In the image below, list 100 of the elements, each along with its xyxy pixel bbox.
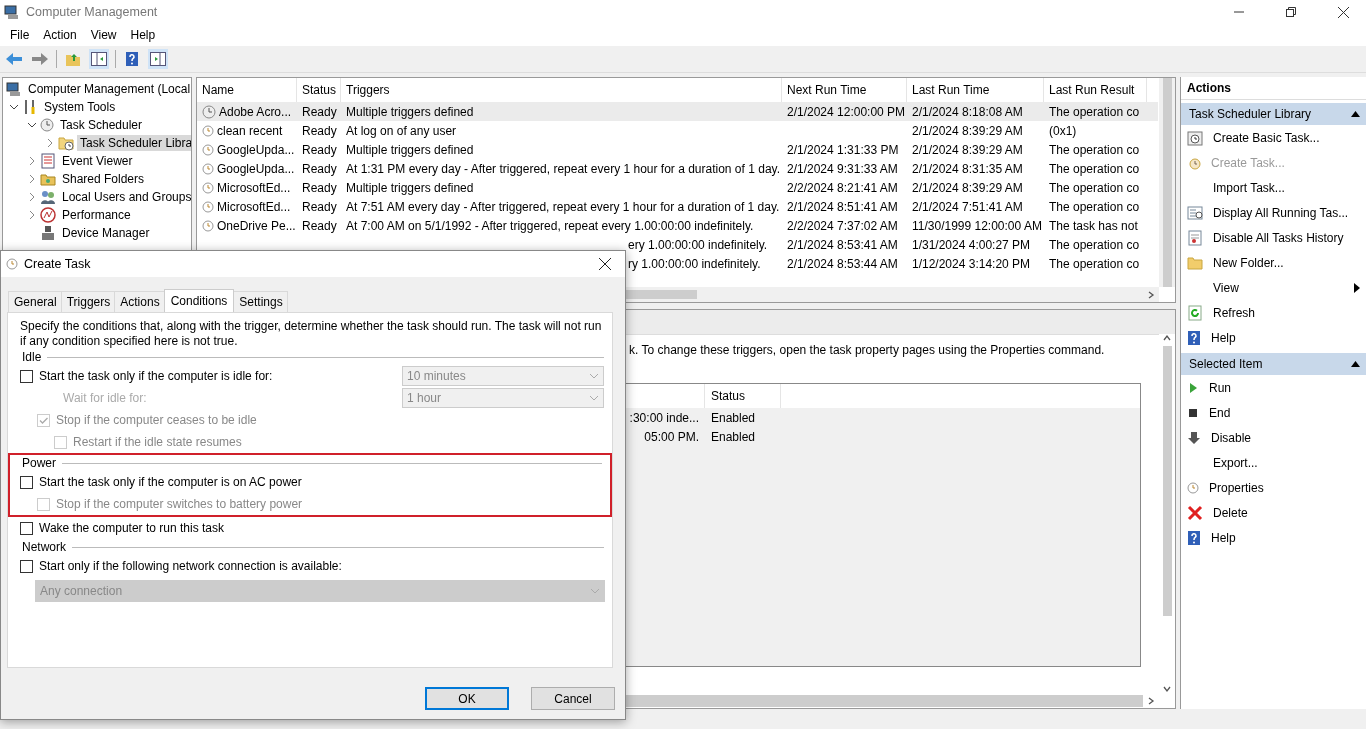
computer-icon — [4, 4, 20, 20]
task-row[interactable]: MicrosoftEd... Ready Multiple triggers defined 2/2/2024 8:21:41 AM 2/1/2024 8:39:29 AM The operation co — [197, 178, 1158, 197]
vertical-scrollbar[interactable] — [1159, 78, 1175, 287]
document-icon — [1187, 229, 1203, 246]
table-cell-text: Enabled — [710, 409, 757, 427]
command-link[interactable]: View — [1213, 280, 1344, 295]
delete-icon — [1187, 504, 1203, 521]
checkbox-label: Restart if the idle state resumes — [73, 435, 242, 449]
section-header[interactable]: Selected Item — [1181, 353, 1366, 375]
close-icon[interactable] — [599, 258, 611, 270]
clock-icon — [202, 124, 214, 137]
menu-item[interactable]: Help — [124, 26, 164, 44]
command-link[interactable]: Help — [1211, 530, 1366, 545]
description-text: k. To change these triggers, open the task property pages using the Properties command. — [629, 343, 1106, 357]
command-link[interactable]: Help — [1211, 330, 1366, 345]
clock-icon — [1187, 481, 1199, 494]
table-cell-text: 2/1/2024 8:53:41 AM — [786, 237, 899, 252]
dialog-button[interactable]: OK — [425, 687, 509, 710]
task-row[interactable]: GoogleUpda... Ready At 1:31 PM every day - After triggered, repeat every 1 hour for a duration of 1 day. 2/1/2024 9:31:33 AM 2/1/2024 8:31:35 AM The operation co — [197, 159, 1158, 178]
chevron-right-icon[interactable] — [27, 174, 37, 184]
table-cell-text: The operation co — [1048, 237, 1141, 252]
clock-icon — [1187, 155, 1201, 170]
chevron-down-icon — [589, 372, 599, 380]
folder-clock-icon — [58, 135, 74, 151]
command-link[interactable]: Properties — [1209, 480, 1366, 495]
checkbox[interactable] — [20, 559, 33, 573]
close-icon[interactable] — [1337, 6, 1349, 18]
chevron-right-icon[interactable] — [27, 210, 37, 220]
chevron-right-icon[interactable] — [27, 156, 37, 166]
tools-icon — [22, 99, 38, 115]
task-row[interactable]: MicrosoftEd... Ready At 7:51 AM every day - After triggered, repeat every 1 hour for a duration of 1 day. 2/1/2024 8:51:41 AM 2/1/2024 7:51:41 AM The operation co — [197, 197, 1158, 216]
clock-icon — [202, 219, 214, 232]
command-link[interactable]: Run — [1209, 380, 1366, 395]
tab[interactable]: General — [8, 291, 62, 312]
show-action-pane-button[interactable] — [148, 49, 168, 69]
group-title: Idle — [22, 350, 42, 364]
menu-item[interactable]: File — [4, 26, 38, 44]
menu-item[interactable]: View — [84, 26, 125, 44]
table-cell-text: 1/12/2024 3:14:20 PM — [911, 256, 1032, 271]
chevron-down-icon[interactable] — [9, 102, 19, 112]
group-title: Network — [22, 540, 66, 554]
checkbox[interactable] — [20, 369, 33, 383]
table-cell-text: 1/31/2024 4:00:27 PM — [911, 237, 1032, 252]
help-icon — [1187, 329, 1201, 346]
command-link[interactable]: Delete — [1213, 505, 1366, 520]
restore-icon[interactable] — [1286, 7, 1296, 17]
checkbox[interactable] — [20, 475, 33, 489]
tree-item[interactable]: System Tools — [41, 99, 119, 115]
command-link[interactable]: Refresh — [1213, 305, 1366, 320]
computer-icon — [6, 81, 22, 97]
group-title: Power — [22, 456, 56, 470]
command-link[interactable]: Disable All Tasks History — [1213, 230, 1366, 245]
table-cell-text: :30:00 inde... — [629, 409, 700, 427]
checkbox-label: Start only if the following network connection is available: — [39, 559, 342, 573]
folder-icon — [1187, 254, 1203, 271]
checkbox[interactable] — [20, 521, 33, 535]
tree-item[interactable]: Local Users and Groups — [59, 189, 191, 205]
dialog-button[interactable]: Cancel — [531, 687, 615, 710]
clock-icon — [40, 118, 54, 132]
clock-icon — [202, 104, 216, 119]
command-link[interactable]: Disable — [1211, 430, 1366, 445]
chevron-right-icon[interactable] — [45, 138, 55, 148]
table-cell-text: 2/1/2024 8:53:44 AM — [786, 256, 899, 271]
down-arrow-icon — [1187, 430, 1201, 445]
task-row[interactable]: clean recent Ready At log on of any user 2/1/2024 8:39:29 AM (0x1) — [197, 121, 1158, 140]
command-link[interactable]: New Folder... — [1213, 255, 1366, 270]
pane-title: Actions — [1181, 77, 1366, 100]
menu-item[interactable]: Action — [37, 26, 85, 44]
tree-item[interactable]: Task Scheduler — [57, 117, 146, 133]
command-link[interactable]: End — [1209, 405, 1366, 420]
command-link[interactable]: Export... — [1213, 455, 1366, 470]
tree-item[interactable]: Computer Management (Local — [25, 81, 191, 97]
shared-folder-icon — [40, 171, 56, 187]
command-link[interactable]: Display All Running Tas... — [1213, 205, 1366, 220]
command-link[interactable]: Import Task... — [1213, 180, 1366, 195]
task-row[interactable]: OneDrive Pe... Ready At 7:00 AM on 5/1/1992 - After triggered, repeat every 1.00:00:00 indefinitely. 2/2/2024 7:37:02 AM 11/30/1999 12:00:00 AM The task has not — [197, 216, 1158, 235]
table-cell-text: 05:00 PM. — [644, 428, 700, 446]
tab[interactable]: Settings — [233, 291, 288, 312]
tree-item[interactable]: Performance — [59, 207, 134, 223]
tab[interactable]: Conditions — [163, 289, 235, 312]
command-link[interactable]: Create Basic Task... — [1213, 130, 1366, 145]
performance-icon — [40, 207, 56, 223]
task-row[interactable]: GoogleUpda... Ready Multiple triggers defined 2/1/2024 1:31:33 PM 2/1/2024 8:39:29 AM The operation co — [197, 140, 1158, 159]
tree-item[interactable]: Device Manager — [59, 225, 153, 241]
event-log-icon — [40, 153, 56, 169]
collapse-arrow-icon[interactable] — [1351, 111, 1360, 117]
tab[interactable]: Triggers — [60, 291, 116, 312]
window-title: Computer Management — [26, 5, 159, 19]
show-tree-button[interactable] — [89, 49, 109, 69]
play-icon — [1187, 381, 1199, 394]
clock-icon — [202, 181, 214, 194]
task-row[interactable]: Adobe Acro... Ready Multiple triggers defined 2/1/2024 12:00:00 PM 2/1/2024 8:18:08 AM The operation co — [197, 102, 1158, 121]
collapse-arrow-icon[interactable] — [1351, 361, 1360, 367]
chevron-right-icon[interactable] — [27, 192, 37, 202]
tree-item[interactable]: Shared Folders — [59, 171, 148, 187]
chevron-down-icon[interactable] — [27, 120, 37, 130]
table-cell-text: Enabled — [710, 428, 757, 446]
section-header[interactable]: Task Scheduler Library — [1181, 103, 1366, 125]
tree-item[interactable]: Event Viewer — [59, 153, 136, 169]
clock-icon — [202, 200, 214, 213]
